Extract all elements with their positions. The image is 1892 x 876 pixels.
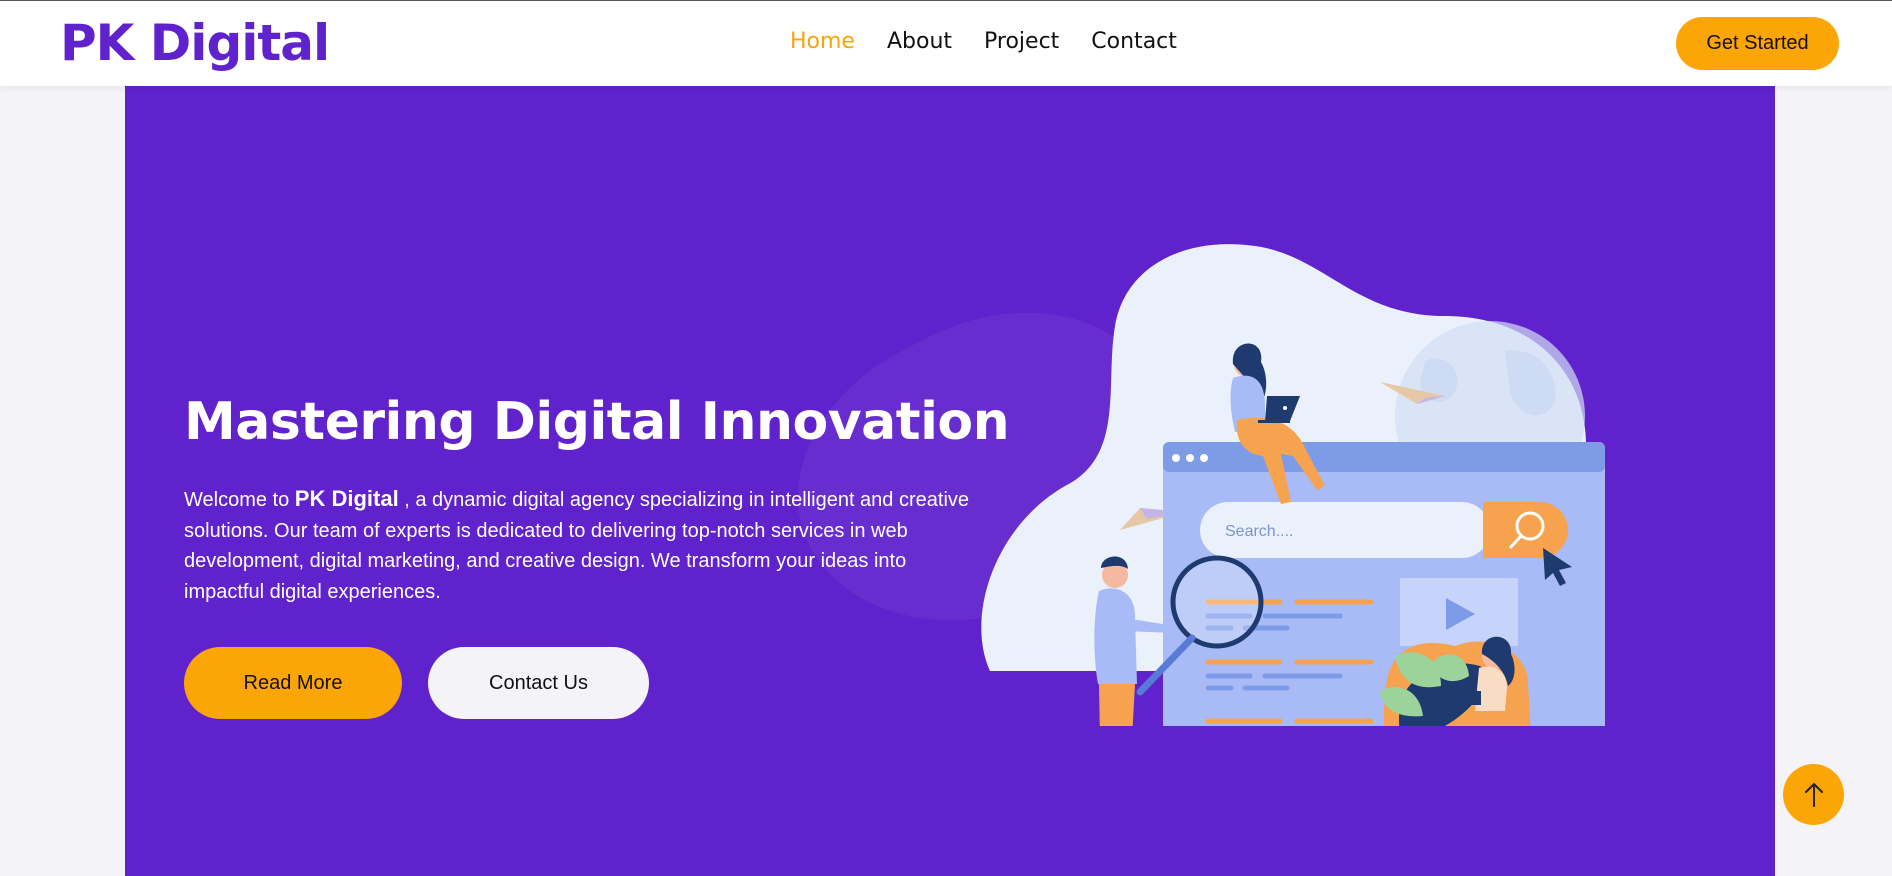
- site-header: PK Digital Home About Project Contact Ge…: [0, 1, 1892, 86]
- nav-about[interactable]: About: [887, 28, 952, 56]
- scroll-to-top-button[interactable]: [1783, 764, 1844, 825]
- contact-us-button[interactable]: Contact Us: [428, 647, 649, 719]
- arrow-up-icon: [1804, 782, 1823, 807]
- main-nav: Home About Project Contact: [790, 28, 1177, 56]
- hero-description: Welcome to PK Digital , a dynamic digita…: [184, 484, 984, 607]
- illustration-search-placeholder: Search....: [1225, 523, 1293, 540]
- hero-title: Mastering Digital Innovation: [184, 392, 1010, 452]
- nav-contact[interactable]: Contact: [1091, 28, 1177, 56]
- nav-project[interactable]: Project: [984, 28, 1059, 56]
- desc-brand: PK Digital: [294, 486, 399, 511]
- hero-illustration: Search....: [981, 244, 1605, 726]
- video-play-icon: [1400, 578, 1518, 646]
- get-started-button[interactable]: Get Started: [1676, 17, 1839, 70]
- nav-home[interactable]: Home: [790, 28, 855, 56]
- logo[interactable]: PK Digital: [60, 13, 330, 73]
- hero-section: Mastering Digital Innovation Welcome to …: [125, 86, 1775, 876]
- read-more-button[interactable]: Read More: [184, 647, 402, 719]
- desc-intro: Welcome to: [184, 489, 295, 511]
